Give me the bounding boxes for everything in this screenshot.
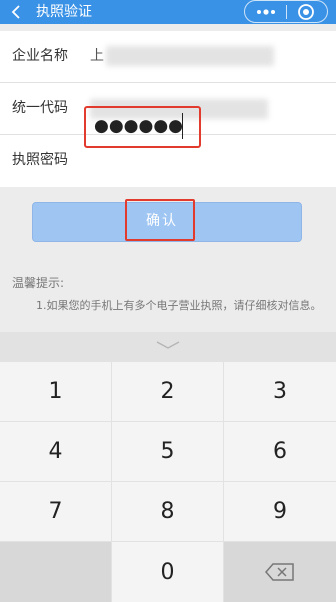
license-verification-page: 执照验证 企业名称 上 统一代码 执照密码 ●●●●●● 确认 温馨提示: 1.…: [0, 0, 336, 602]
confirm-label: 确认: [146, 213, 178, 229]
backspace-icon: [265, 563, 294, 581]
key-5[interactable]: 5: [112, 422, 223, 481]
company-name-row[interactable]: 企业名称 上: [0, 31, 336, 83]
header-bar: 执照验证: [0, 0, 336, 24]
key-7[interactable]: 7: [0, 482, 111, 541]
back-chevron-icon[interactable]: [8, 3, 26, 21]
key-0[interactable]: 0: [112, 542, 223, 602]
confirm-highlight-box[interactable]: 确认: [125, 199, 195, 241]
blank-key: [0, 542, 111, 602]
tips-text: 1.如果您的手机上有多个电子营业执照，请仔细核对信息。: [36, 299, 322, 312]
password-input[interactable]: ●●●●●●: [84, 106, 201, 148]
key-6[interactable]: 6: [224, 422, 336, 481]
tips-title: 温馨提示:: [12, 276, 65, 290]
key-9[interactable]: 9: [224, 482, 336, 541]
key-4[interactable]: 4: [0, 422, 111, 481]
password-label: 执照密码: [12, 152, 68, 168]
key-3[interactable]: 3: [224, 362, 336, 421]
key-1[interactable]: 1: [0, 362, 111, 421]
chevron-down-icon[interactable]: [155, 340, 181, 350]
text-caret: [182, 113, 183, 139]
mini-program-capsule: [244, 0, 328, 23]
credit-code-label: 统一代码: [12, 100, 68, 116]
close-target-icon[interactable]: [297, 3, 315, 21]
company-name-value[interactable]: 上: [90, 46, 104, 66]
numeric-keyboard: 1 2 3 4 5 6 7 8 9 0: [0, 332, 336, 602]
more-dots-icon[interactable]: [254, 4, 278, 20]
key-2[interactable]: 2: [112, 362, 223, 421]
company-name-label: 企业名称: [12, 48, 68, 64]
company-name-redacted: [106, 46, 274, 66]
page-title: 执照验证: [36, 4, 92, 20]
backspace-key[interactable]: [224, 542, 336, 602]
key-8[interactable]: 8: [112, 482, 223, 541]
capsule-divider: [286, 5, 287, 19]
password-value: ●●●●●●: [94, 116, 184, 136]
